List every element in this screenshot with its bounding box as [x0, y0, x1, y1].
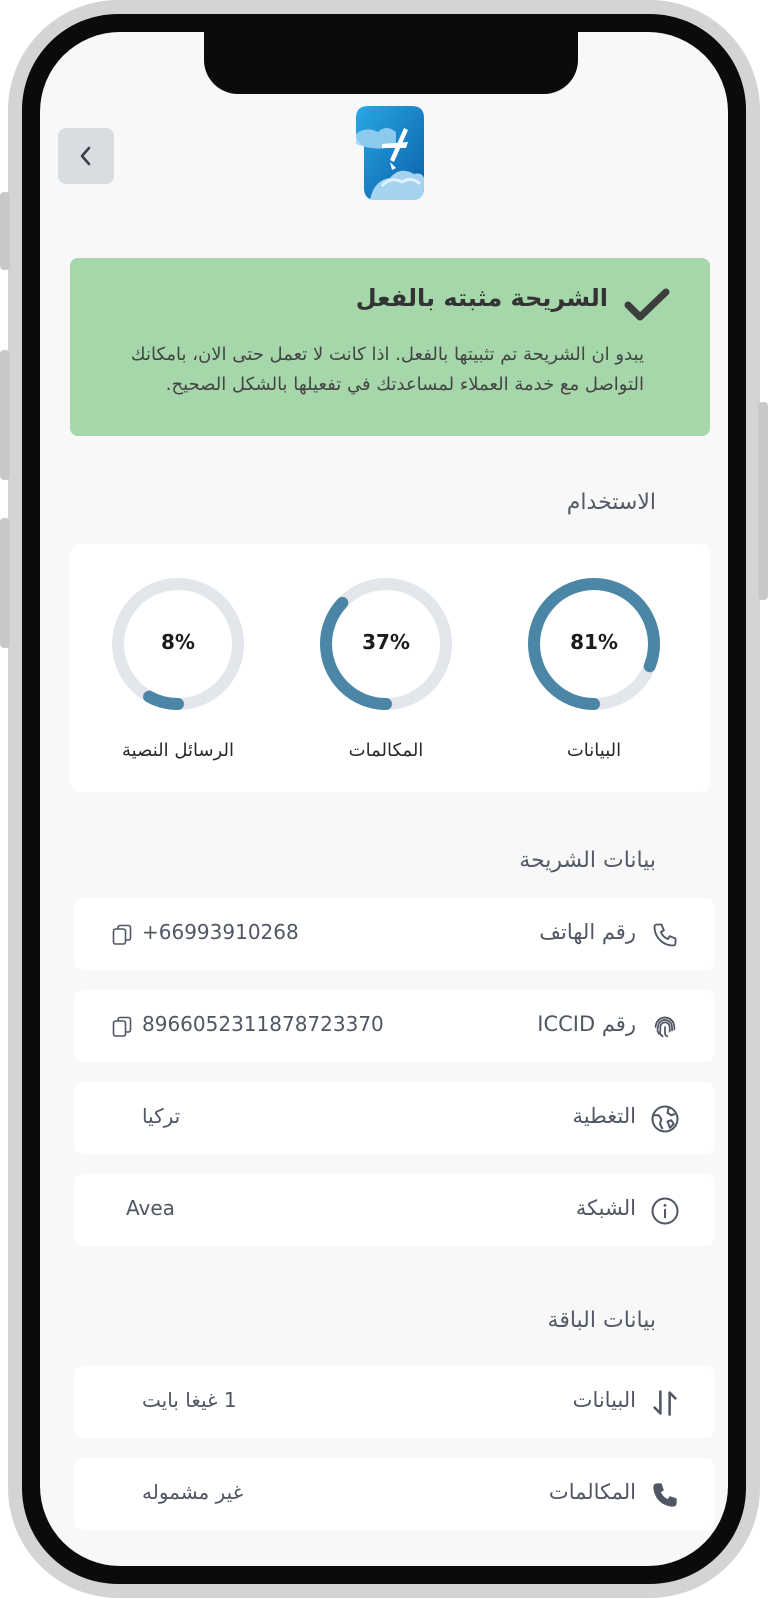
package-data-value: 1 غيغا بايت [142, 1388, 237, 1412]
back-button[interactable] [58, 128, 114, 184]
package-section-title: بيانات الباقة [547, 1308, 656, 1333]
data-transfer-icon [650, 1388, 680, 1418]
silent-switch [0, 192, 10, 270]
usage-card: 81% البيانات 37% المكالمات 8% الرسائل ال… [70, 544, 710, 792]
sim-section-title: بيانات الشريحة [519, 848, 656, 873]
app-screen: الشريحة مثبته بالفعل يبدو ان الشريحة تم … [40, 32, 728, 1566]
volume-down-button [0, 518, 10, 648]
alert-body: يبدو ان الشريحة تم تثبيتها بالفعل. اذا ك… [130, 344, 644, 395]
copy-icon[interactable] [112, 1016, 132, 1038]
iccid-value: 8966052311878723370 [142, 1012, 384, 1036]
gauge-percent: 81% [570, 630, 618, 654]
gauge-percent: 8% [161, 630, 195, 654]
gauge-label: الرسائل النصية [122, 740, 234, 761]
package-calls-row: المكالمات غير مشموله [74, 1458, 714, 1530]
row-label: التغطية [572, 1104, 636, 1128]
copy-icon[interactable] [112, 924, 132, 946]
installed-alert: الشريحة مثبته بالفعل يبدو ان الشريحة تم … [70, 258, 710, 436]
network-row: الشبكة Avea [74, 1174, 714, 1246]
row-label: المكالمات [548, 1480, 636, 1504]
gauge-percent: 37% [362, 630, 410, 654]
phone-icon [650, 920, 680, 950]
package-data-row: البيانات 1 غيغا بايت [74, 1366, 714, 1438]
gauge-data: 81% البيانات [524, 574, 664, 784]
row-label: رقم الهاتف [539, 920, 636, 944]
row-label: رقم ICCID [537, 1012, 636, 1036]
power-button [758, 402, 768, 600]
fingerprint-icon [650, 1012, 680, 1042]
network-value: Avea [126, 1196, 175, 1220]
gauge-calls: 37% المكالمات [316, 574, 456, 784]
info-icon [650, 1196, 680, 1226]
package-calls-value: غير مشموله [142, 1480, 244, 1504]
alert-title: الشريحة مثبته بالفعل [355, 284, 608, 312]
phone-number-value: +66993910268 [142, 920, 299, 944]
iccid-row: رقم ICCID 8966052311878723370 [74, 990, 714, 1062]
gauge-sms: 8% الرسائل النصية [108, 574, 248, 784]
airplane-logo-icon [356, 106, 424, 200]
usage-section-title: الاستخدام [566, 490, 656, 515]
coverage-value: تركيا [142, 1104, 181, 1128]
chevron-left-icon [80, 146, 91, 166]
phone-notch [204, 32, 578, 94]
gauge-label: البيانات [566, 740, 622, 761]
phone-number-row: رقم الهاتف +66993910268 [74, 898, 714, 970]
coverage-row: التغطية تركيا [74, 1082, 714, 1154]
globe-icon [650, 1104, 680, 1134]
volume-up-button [0, 350, 10, 480]
row-label: الشبكة [575, 1196, 636, 1220]
phone-filled-icon [650, 1480, 680, 1510]
row-label: البيانات [572, 1388, 636, 1412]
checkmark-icon [624, 288, 670, 321]
gauge-label: المكالمات [348, 740, 424, 761]
